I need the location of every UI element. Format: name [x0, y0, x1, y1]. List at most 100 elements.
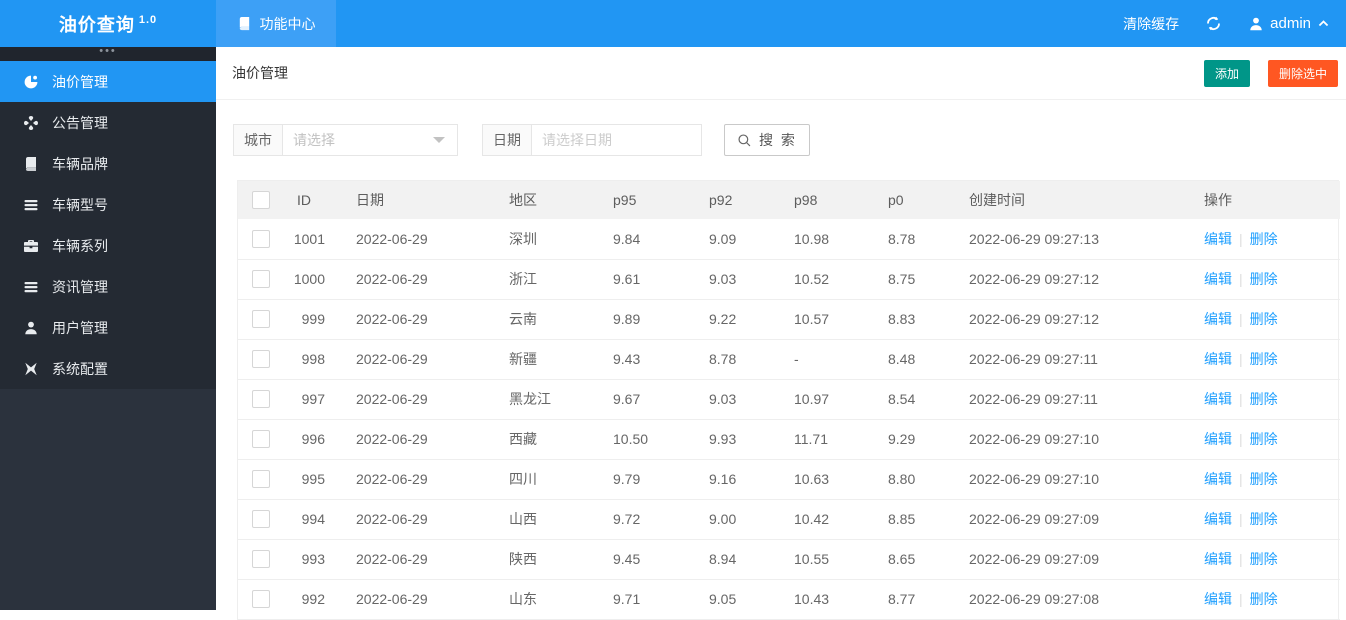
edit-link[interactable]: 编辑	[1204, 511, 1232, 527]
sidebar-collapse-toggle[interactable]: •••	[0, 46, 216, 61]
user-menu[interactable]: admin	[1248, 15, 1330, 32]
column-header: 日期	[341, 181, 494, 219]
refresh-icon[interactable]	[1205, 15, 1222, 32]
row-checkbox[interactable]	[251, 590, 270, 609]
edit-link[interactable]: 编辑	[1204, 591, 1232, 607]
action-separator: |	[1239, 230, 1243, 247]
select-all-checkbox[interactable]	[251, 191, 270, 210]
cell-id: 993	[283, 539, 341, 580]
edit-link[interactable]: 编辑	[1204, 471, 1232, 487]
cell-created: 2022-06-29 09:27:10	[954, 419, 1189, 460]
delete-link[interactable]: 删除	[1250, 351, 1278, 367]
row-checkbox[interactable]	[251, 390, 270, 409]
row-checkbox-cell	[238, 459, 283, 500]
cell-p95: 9.61	[598, 259, 694, 300]
delete-link[interactable]: 删除	[1250, 271, 1278, 287]
oil-price-icon	[23, 74, 39, 90]
cell-date: 2022-06-29	[341, 499, 494, 540]
edit-link[interactable]: 编辑	[1204, 551, 1232, 567]
column-header: p95	[598, 181, 694, 219]
cell-region: 云南	[494, 299, 598, 340]
delete-link[interactable]: 删除	[1250, 471, 1278, 487]
row-checkbox-cell	[238, 379, 283, 420]
table-row: 994 2022-06-29 山西 9.72 9.00 10.42 8.85 2022-06-…	[238, 499, 1340, 540]
sidebar-menu: 油价管理公告管理 车辆品牌 车辆型号 车辆系列 资讯管理 用户管理系统配置	[0, 61, 216, 389]
table-row: 1000 2022-06-29 浙江 9.61 9.03 10.52 8.75 2022-06…	[238, 259, 1340, 300]
delete-selected-button[interactable]: 删除选中	[1267, 59, 1338, 87]
cell-p98: 10.55	[779, 539, 873, 580]
sidebar-item-label: 油价管理	[52, 73, 108, 90]
book-icon	[237, 16, 252, 31]
cell-p95: 10.50	[598, 419, 694, 460]
delete-link[interactable]: 删除	[1250, 231, 1278, 247]
action-separator: |	[1239, 391, 1243, 407]
cell-id: 994	[283, 499, 341, 540]
sidebar-item-oil-price[interactable]: 油价管理	[0, 61, 216, 102]
sidebar-item-briefcase[interactable]: 车辆系列	[0, 225, 216, 266]
cell-p92: 9.05	[694, 579, 779, 620]
cell-p95: 9.72	[598, 499, 694, 540]
action-separator: |	[1239, 311, 1243, 327]
sidebar-item-notice[interactable]: 公告管理	[0, 102, 216, 143]
sidebar-item-book[interactable]: 车辆品牌	[0, 143, 216, 184]
city-filter-label: 城市	[233, 124, 283, 156]
app-title: 油价查询	[58, 14, 135, 35]
sidebar-item-label: 系统配置	[52, 360, 108, 377]
edit-link[interactable]: 编辑	[1204, 431, 1232, 447]
action-separator: |	[1239, 511, 1243, 527]
add-button[interactable]: 添加	[1203, 59, 1250, 87]
cell-date: 2022-06-29	[341, 299, 494, 340]
cell-region: 浙江	[494, 259, 598, 300]
clear-cache-button[interactable]: 清除缓存	[1123, 14, 1179, 34]
cell-actions: 编辑 | 删除	[1189, 499, 1340, 540]
row-checkbox[interactable]	[251, 310, 270, 329]
chevron-down-icon	[433, 137, 445, 143]
row-checkbox-cell	[238, 299, 283, 340]
cell-created: 2022-06-29 09:27:12	[954, 299, 1189, 340]
delete-link[interactable]: 删除	[1250, 511, 1278, 527]
tab-function-center[interactable]: 功能中心	[216, 0, 336, 47]
cell-p95: 9.84	[598, 219, 694, 260]
search-button-label: 搜 索	[759, 132, 797, 148]
cell-region: 新疆	[494, 339, 598, 380]
delete-link[interactable]: 删除	[1250, 311, 1278, 327]
row-checkbox[interactable]	[251, 550, 270, 569]
row-checkbox[interactable]	[251, 229, 270, 248]
edit-link[interactable]: 编辑	[1204, 391, 1232, 407]
city-select[interactable]: 请选择	[283, 124, 458, 156]
delete-link[interactable]: 删除	[1250, 551, 1278, 567]
date-filter-group: 日期	[482, 124, 702, 156]
search-button[interactable]: 搜 索	[724, 124, 810, 156]
edit-link[interactable]: 编辑	[1204, 311, 1232, 327]
sidebar-item-pinwheel[interactable]: 系统配置	[0, 348, 216, 389]
edit-link[interactable]: 编辑	[1204, 231, 1232, 247]
row-checkbox-cell	[238, 499, 283, 540]
sidebar-item-user[interactable]: 用户管理	[0, 307, 216, 348]
sidebar-item-list[interactable]: 车辆型号	[0, 184, 216, 225]
cell-actions: 编辑 | 删除	[1189, 579, 1340, 620]
row-checkbox[interactable]	[251, 350, 270, 369]
sidebar-item-list[interactable]: 资讯管理	[0, 266, 216, 307]
cell-created: 2022-06-29 09:27:12	[954, 259, 1189, 300]
cell-p0: 8.48	[873, 339, 954, 380]
list-icon	[23, 279, 39, 295]
row-checkbox[interactable]	[251, 270, 270, 289]
app-logo: 油价查询 1.0	[0, 0, 216, 47]
row-checkbox[interactable]	[251, 430, 270, 449]
cell-p98: -	[779, 339, 873, 380]
sidebar: ••• 油价管理公告管理 车辆品牌 车辆型号 车辆系列 资讯管理 用户管理系统配置	[0, 46, 216, 610]
cell-p98: 10.57	[779, 299, 873, 340]
edit-link[interactable]: 编辑	[1204, 351, 1232, 367]
date-input[interactable]	[532, 124, 702, 156]
row-checkbox[interactable]	[251, 510, 270, 529]
row-checkbox[interactable]	[251, 470, 270, 489]
cell-p98: 11.71	[779, 419, 873, 460]
cell-p92: 9.03	[694, 379, 779, 420]
cell-date: 2022-06-29	[341, 419, 494, 460]
cell-created: 2022-06-29 09:27:09	[954, 539, 1189, 580]
delete-link[interactable]: 删除	[1250, 431, 1278, 447]
edit-link[interactable]: 编辑	[1204, 271, 1232, 287]
delete-link[interactable]: 删除	[1250, 591, 1278, 607]
toolbar-buttons: 添加 删除选中	[1203, 59, 1338, 87]
delete-link[interactable]: 删除	[1250, 391, 1278, 407]
